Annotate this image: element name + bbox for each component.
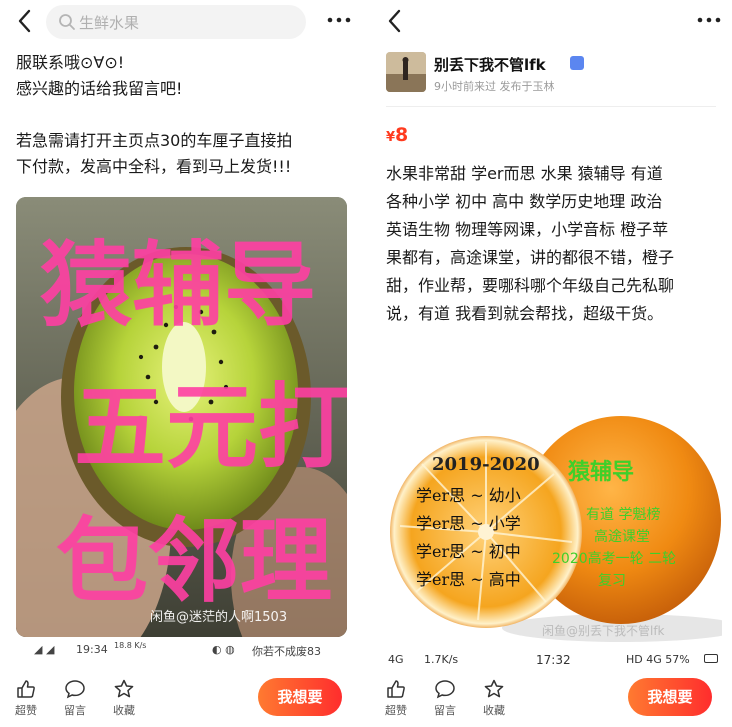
thumbs-up-icon	[387, 680, 405, 698]
battery-icon	[704, 654, 718, 663]
status-strip: ◢ ◢ 19:34 18.8 K/s ◐ ◍ 你若不成废83	[30, 640, 330, 660]
avatar-photo	[386, 52, 426, 92]
top-bar	[370, 0, 732, 44]
description-line: 水果非常甜 学er而思 水果 猿辅导 有道	[386, 164, 663, 183]
favorite-label: 收藏	[483, 704, 505, 717]
overlay-line-2: 五元打	[74, 377, 347, 479]
grade-line: 学er思 ~ 幼小	[416, 486, 521, 505]
description-line: 甜，作业帮，要哪科哪个年级自己先私聊	[386, 276, 675, 295]
green-line: 高途课堂	[594, 529, 650, 545]
comment-bubble-icon	[435, 680, 455, 699]
more-options-icon[interactable]	[326, 12, 352, 28]
grade-line: 学er思 ~ 小学	[416, 514, 521, 533]
brand-label: 猿辅导	[568, 460, 635, 485]
green-line: 2020高考一轮 二轮	[552, 551, 677, 567]
status-battery: HD 4G 57%	[626, 653, 690, 666]
bottom-action-bar: 超赞 留言 收藏 我想要	[370, 672, 732, 727]
favorite-label: 收藏	[113, 704, 135, 717]
thumbs-up-icon	[17, 680, 35, 698]
status-time: 17:32	[536, 653, 571, 667]
status-time: 19:34	[76, 643, 108, 656]
comment-label: 留言	[434, 704, 456, 717]
search-input[interactable]: 生鲜水果	[46, 5, 306, 39]
product-image-kiwi[interactable]: 猿辅导 五元打 包邻理	[16, 197, 347, 637]
green-line: 复习	[598, 573, 626, 589]
status-strip: 4G 1.7K/s 17:32 HD 4G 57%	[386, 652, 722, 668]
panel-divider	[362, 0, 370, 727]
description-line: 各种小学 初中 高中 数学历史地理 政治	[386, 192, 663, 211]
description-line: 若急需请打开主页点30的车厘子直接拍	[16, 131, 293, 150]
top-bar: 生鲜水果	[0, 0, 362, 44]
want-button[interactable]: 我想要	[628, 678, 712, 716]
divider-line	[386, 106, 716, 107]
overlay-line-3: 包邻理	[56, 511, 332, 613]
comment-button[interactable]: 留言	[427, 678, 463, 718]
description-line: 服联系哦⊙∀⊙!	[16, 53, 125, 72]
image-watermark: 闲鱼@别丢下我不管lfk	[542, 624, 665, 638]
bottom-action-bar: 超赞 留言 收藏 我想要	[0, 672, 362, 727]
grade-line: 学er思 ~ 高中	[416, 570, 521, 589]
more-options-icon[interactable]	[696, 12, 722, 28]
seller-meta: 9小时前来过 发布于玉林	[434, 80, 555, 93]
seller-info[interactable]: 别丢下我不管lfk 9小时前来过 发布于玉林	[386, 52, 726, 96]
star-icon	[114, 679, 134, 698]
status-right-text: 你若不成废83	[252, 645, 321, 658]
right-screen: 别丢下我不管lfk 9小时前来过 发布于玉林 ¥8 水果非常甜 学er而思 水果…	[370, 0, 732, 727]
signal-icon: ◢ ◢	[34, 643, 55, 656]
favorite-button[interactable]: 收藏	[106, 678, 142, 718]
like-button[interactable]: 超赞	[8, 678, 44, 718]
avatar[interactable]	[386, 52, 426, 92]
description-line: 英语生物 物理等网课，小学音标 橙子苹	[386, 220, 669, 239]
item-description: 服联系哦⊙∀⊙! 感兴趣的话给我留言吧! 若急需请打开主页点30的车厘子直接拍 …	[16, 50, 346, 180]
kiwi-photo: 猿辅导 五元打 包邻理	[16, 197, 347, 637]
year-label: 2019-2020	[432, 454, 540, 475]
search-icon	[59, 14, 75, 30]
description-line: 果都有，高途课堂，讲的都很不错，橙子	[386, 248, 675, 267]
status-icons: ◐ ◍	[212, 643, 235, 656]
want-button[interactable]: 我想要	[258, 678, 342, 716]
grade-line: 学er思 ~ 初中	[416, 542, 521, 561]
description-line: 下付款，发高中全科，看到马上发货!!!	[16, 157, 292, 176]
seller-name[interactable]: 别丢下我不管lfk	[434, 54, 546, 75]
like-label: 超赞	[385, 704, 407, 717]
description-line: 感兴趣的话给我留言吧!	[16, 79, 183, 98]
like-label: 超赞	[15, 704, 37, 717]
description-line: 说，有道 我看到就会帮找，超级干货。	[386, 304, 664, 323]
image-watermark: 闲鱼@迷茫的人啊1503	[150, 610, 288, 625]
search-placeholder: 生鲜水果	[79, 14, 140, 32]
product-image-oranges[interactable]: 2019-2020 学er思 ~ 幼小 学er思 ~ 小学 学er思 ~ 初中 …	[386, 402, 722, 642]
back-arrow-icon[interactable]	[14, 8, 36, 34]
price-currency: ¥	[386, 130, 396, 145]
comment-button[interactable]: 留言	[57, 678, 93, 718]
price-value: 8	[395, 124, 409, 146]
status-speed: 18.8 K/s	[114, 641, 147, 650]
comment-label: 留言	[64, 704, 86, 717]
verified-badge-icon	[570, 56, 584, 70]
back-arrow-icon[interactable]	[384, 8, 406, 34]
like-button[interactable]: 超赞	[378, 678, 414, 718]
favorite-button[interactable]: 收藏	[476, 678, 512, 718]
item-description: 水果非常甜 学er而思 水果 猿辅导 有道 各种小学 初中 高中 数学历史地理 …	[386, 160, 722, 328]
green-line: 有道 学魁榜	[586, 507, 661, 523]
status-speed: 1.7K/s	[424, 653, 459, 666]
comment-bubble-icon	[65, 680, 85, 699]
status-signal: 4G	[388, 653, 404, 666]
overlay-line-1: 猿辅导	[40, 235, 316, 337]
left-screen: 生鲜水果 服联系哦⊙∀⊙! 感兴趣的话给我留言吧! 若急需请打开主页点30的车厘…	[0, 0, 362, 727]
price: ¥8	[386, 124, 408, 146]
star-icon	[484, 679, 504, 698]
